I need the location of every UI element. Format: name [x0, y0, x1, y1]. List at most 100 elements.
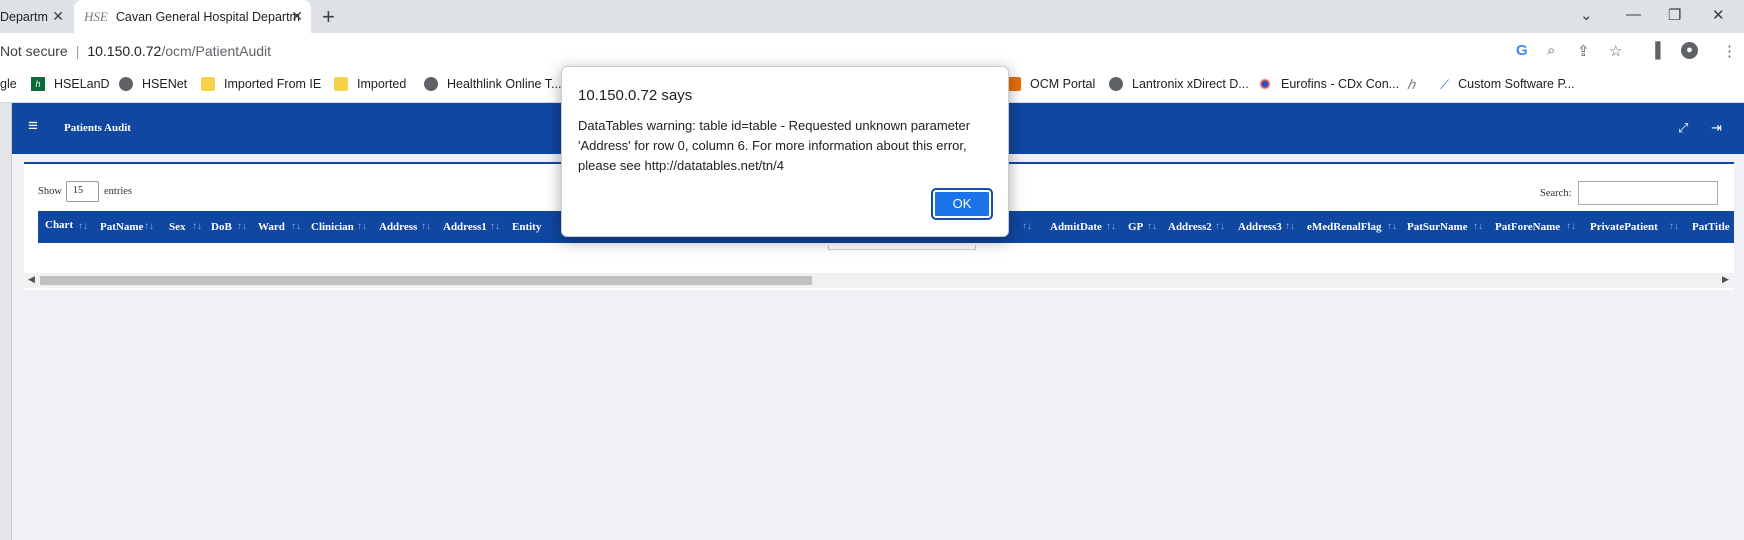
custom-icon: ⟋ [1440, 77, 1450, 92]
tab-strip: Departm ✕ HSE Cavan General Hospital Dep… [0, 0, 1744, 33]
bookmark-label: Custom Software P... [1458, 77, 1575, 91]
ok-button[interactable]: OK [931, 188, 993, 220]
close-icon[interactable]: ✕ [52, 8, 64, 25]
column-header-address[interactable]: Address [379, 221, 417, 233]
eurofins-icon [1258, 77, 1272, 91]
column-header-address3[interactable]: Address3 [1238, 221, 1282, 233]
close-window-icon[interactable]: ✕ [1712, 6, 1725, 24]
column-header-patsurname[interactable]: PatSurName [1407, 221, 1468, 233]
dropdown-remnant [828, 245, 976, 250]
hse-favicon-icon: HSE [84, 8, 108, 24]
bookmark-item[interactable]: Healthlink Online T... [424, 77, 561, 91]
dialog-message: DataTables warning: table id=table - Req… [578, 118, 971, 173]
scroll-right-icon[interactable]: ▶ [1722, 274, 1729, 285]
tab-active[interactable]: HSE Cavan General Hospital Departm ✕ [74, 0, 311, 33]
bookmark-item[interactable]: h HSELanD [31, 77, 110, 91]
google-lens-icon[interactable]: G [1516, 42, 1528, 59]
sort-icon: ↑↓ [357, 221, 367, 232]
bookmark-label: Healthlink Online T... [447, 77, 562, 91]
bookmark-label: Eurofins - CDx Con... [1281, 77, 1400, 91]
scrollbar-thumb[interactable] [40, 276, 812, 285]
address-separator: | [75, 43, 80, 59]
alert-dialog: 10.150.0.72 says DataTables warning: tab… [561, 66, 1009, 237]
tab-title: Departm [0, 9, 48, 24]
bookmark-item[interactable]: gle [0, 77, 17, 91]
sort-icon: ↑↓ [1022, 221, 1032, 232]
sort-icon: ↑↓ [78, 221, 88, 232]
length-label: Show [38, 186, 62, 197]
bookmark-item[interactable]: Eurofins - CDx Con... [1258, 77, 1399, 91]
profile-icon[interactable]: ● [1681, 42, 1698, 59]
bookmark-label: HSELanD [54, 77, 110, 91]
left-gutter [0, 103, 12, 540]
column-header-entity[interactable]: Entity [512, 221, 541, 233]
kebab-icon[interactable]: ⋮ [1722, 42, 1737, 60]
sort-icon: ↑↓ [1473, 221, 1483, 232]
sort-icon: ↑↓ [192, 221, 202, 232]
bookmark-label: Imported [357, 77, 407, 91]
star-icon[interactable]: ☆ [1609, 42, 1622, 60]
scroll-left-icon[interactable]: ◀ [28, 274, 35, 285]
fullscreen-icon[interactable]: ⤢ [1678, 120, 1688, 136]
bookmark-item[interactable]: Lantronix xDirect D... [1109, 77, 1249, 91]
page-length-select[interactable]: 15 [66, 181, 99, 202]
sort-icon: ↑↓ [421, 221, 431, 232]
search-input[interactable] [1578, 181, 1718, 205]
ocm-icon [1007, 77, 1021, 91]
sort-icon: ↑↓ [1387, 221, 1397, 232]
zoom-icon[interactable]: ⌕ [1547, 42, 1555, 59]
bookmark-item[interactable]: OCM Portal [1007, 77, 1095, 91]
column-header-ward[interactable]: Ward [258, 221, 285, 233]
column-header-clinician[interactable]: Clinician [311, 221, 354, 233]
minimize-icon[interactable]: — [1626, 6, 1641, 23]
bookmark-label: gle [0, 77, 17, 91]
sidebar-icon[interactable]: ▐ [1650, 42, 1661, 59]
column-header-address1[interactable]: Address1 [443, 221, 487, 233]
logout-icon[interactable]: ⇥ [1711, 120, 1722, 136]
sort-icon: ↑↓ [291, 221, 301, 232]
bookmark-item[interactable]: ℎ [1407, 77, 1424, 92]
column-header-chart[interactable]: Chart [45, 219, 73, 231]
sort-icon: ↑↓ [1566, 221, 1576, 232]
sort-icon: ↑↓ [1147, 221, 1157, 232]
sort-icon: ↑↓ [1669, 221, 1679, 232]
chevron-down-icon[interactable]: ⌄ [1580, 6, 1593, 24]
horizontal-scrollbar[interactable]: ◀ ▶ [24, 273, 1734, 288]
column-header-admitdate[interactable]: AdmitDate [1050, 221, 1102, 233]
globe-icon [1109, 77, 1123, 91]
address-bar[interactable]: Not secure | 10.150.0.72/ocm/PatientAudit [0, 43, 271, 59]
page-title: Patients Audit [64, 122, 131, 134]
column-header-pattitle[interactable]: PatTitle [1692, 221, 1730, 233]
length-suffix: entries [104, 186, 132, 197]
sort-icon: ↑↓ [1285, 221, 1295, 232]
address-path: /ocm/PatientAudit [161, 43, 272, 59]
security-indicator[interactable]: Not secure [0, 43, 68, 59]
column-header-dob[interactable]: DoB [211, 221, 232, 233]
address-host: 10.150.0.72 [87, 43, 162, 59]
column-header-address2[interactable]: Address2 [1168, 221, 1212, 233]
share-icon[interactable]: ⇪ [1577, 42, 1590, 60]
tab-title: Cavan General Hospital Departm [115, 9, 300, 24]
column-header-gp[interactable]: GP [1128, 221, 1143, 233]
tab-inactive[interactable]: Departm ✕ [0, 0, 72, 33]
sort-icon: ↑↓ [144, 221, 154, 232]
browser-toolbar: Not secure | 10.150.0.72/ocm/PatientAudit … [0, 33, 1744, 70]
close-icon[interactable]: ✕ [291, 8, 303, 25]
restore-icon[interactable]: ❐ [1668, 6, 1681, 24]
dialog-title: 10.150.0.72 says [578, 87, 693, 104]
bookmark-item[interactable]: Imported From IE [201, 77, 321, 91]
hse-icon: h [31, 77, 45, 91]
bookmark-item[interactable]: ⟋ Custom Software P... [1440, 77, 1575, 92]
column-header-sex[interactable]: Sex [169, 221, 186, 233]
globe-icon [424, 77, 438, 91]
folder-icon [334, 77, 348, 91]
bookmark-item[interactable]: Imported [334, 77, 406, 91]
bookmark-label: Imported From IE [224, 77, 322, 91]
column-header-patname[interactable]: PatName [100, 221, 143, 233]
column-header-privatepatient[interactable]: PrivatePatient [1590, 221, 1658, 233]
new-tab-icon[interactable]: + [322, 4, 335, 30]
column-header-emedrenalflag[interactable]: eMedRenalFlag [1307, 221, 1382, 233]
bookmark-item[interactable]: HSENet [119, 77, 187, 91]
hamburger-menu-icon[interactable]: ≡ [28, 116, 38, 136]
column-header-patforename[interactable]: PatForeName [1495, 221, 1560, 233]
